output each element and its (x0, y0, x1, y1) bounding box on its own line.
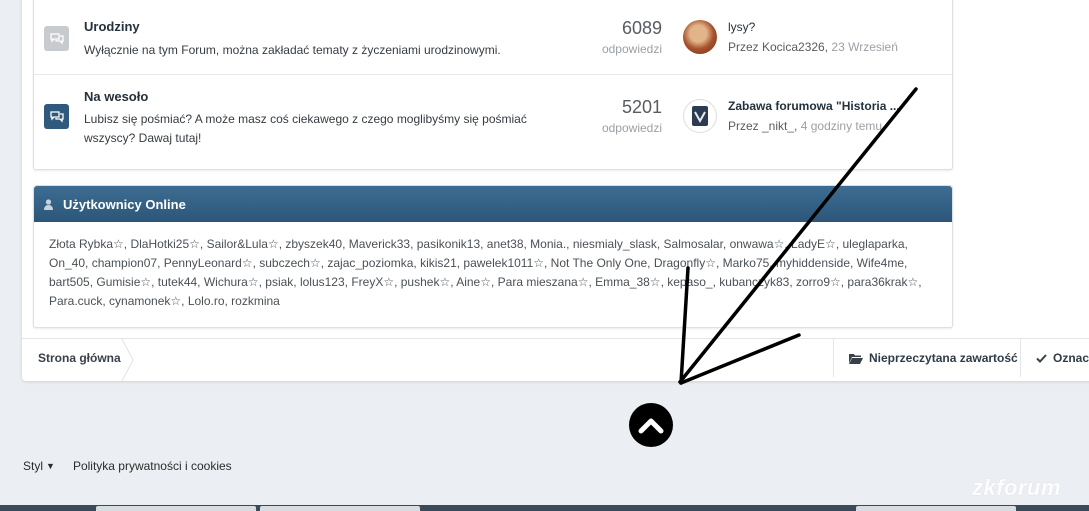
reply-count: 5201 (621, 97, 662, 117)
folder-open-icon (849, 353, 863, 364)
chevron-up-icon (638, 418, 664, 434)
last-post-author[interactable]: Przez Kocica2326, (728, 40, 828, 54)
taskbar-item[interactable] (96, 506, 256, 511)
breadcrumb-home[interactable]: Strona główna (38, 351, 121, 365)
forum-row-urodziny: Urodziny Wyłącznie na tym Forum, można z… (34, 0, 952, 75)
forum-description: Wyłącznie na tym Forum, można zakładać t… (84, 43, 501, 57)
forum-description: Lubisz się pośmiać? A może masz coś ciek… (84, 112, 527, 145)
forum-title[interactable]: Urodziny (84, 19, 140, 34)
style-chooser[interactable]: Styl ▼ (23, 459, 55, 473)
unread-content-link[interactable]: Nieprzeczytana zawartość (833, 339, 1018, 377)
online-users-title: Użytkownicy Online (63, 196, 186, 212)
breadcrumb: Strona główna Nieprzeczytana zawartość O… (22, 338, 1089, 381)
last-post-meta: Przez _nikt_, 4 godziny temu (728, 119, 882, 133)
mark-read-link[interactable]: Oznacz (1020, 339, 1089, 377)
forum-row-na-wesolo: Na wesoło Lubisz się pośmiać? A może mas… (34, 75, 952, 170)
mark-read-label: Oznacz (1053, 351, 1089, 365)
taskbar (0, 505, 1089, 511)
reply-count-label: odpowiedzi (601, 42, 662, 56)
last-post-title[interactable]: lysy? (728, 20, 755, 34)
scroll-to-top-button[interactable] (629, 403, 673, 447)
reply-count: 6089 (621, 18, 662, 38)
reply-count-label: odpowiedzi (601, 121, 662, 135)
style-label: Styl (23, 459, 44, 473)
forum-list: Urodziny Wyłącznie na tym Forum, można z… (33, 0, 953, 170)
chat-bubbles-icon (44, 26, 69, 51)
caret-down-icon: ▼ (46, 461, 55, 471)
last-post-time: 23 Wrzesień (831, 40, 898, 54)
unread-content-label: Nieprzeczytana zawartość (869, 351, 1018, 365)
avatar[interactable] (683, 99, 717, 133)
last-post-meta: Przez Kocica2326, 23 Wrzesień (728, 40, 898, 54)
privacy-policy-link[interactable]: Polityka prywatności i cookies (73, 459, 232, 473)
online-users-header: Użytkownicy Online (34, 186, 952, 222)
last-post-author[interactable]: Przez _nikt_, (728, 119, 797, 133)
breadcrumb-separator (121, 339, 134, 381)
last-post-title[interactable]: Zabawa forumowa "Historia ... (728, 99, 900, 113)
forum-title[interactable]: Na wesoło (84, 89, 148, 104)
taskbar-item[interactable] (856, 506, 1016, 511)
chat-bubbles-icon (44, 104, 69, 129)
online-users-list[interactable]: Złota Rybka☆, DlaHotki25☆, Sailor&Lula☆,… (34, 222, 952, 324)
online-users-panel: Użytkownicy Online Złota Rybka☆, DlaHotk… (33, 185, 953, 328)
footer: Styl ▼ Polityka prywatności i cookies (23, 459, 232, 473)
user-icon (44, 198, 53, 210)
avatar[interactable] (683, 20, 717, 54)
forum-watermark-logo: zkforum (972, 475, 1062, 500)
last-post-time: 4 godziny temu (800, 119, 883, 133)
checkmark-icon (1036, 353, 1047, 363)
taskbar-item[interactable] (260, 506, 420, 511)
